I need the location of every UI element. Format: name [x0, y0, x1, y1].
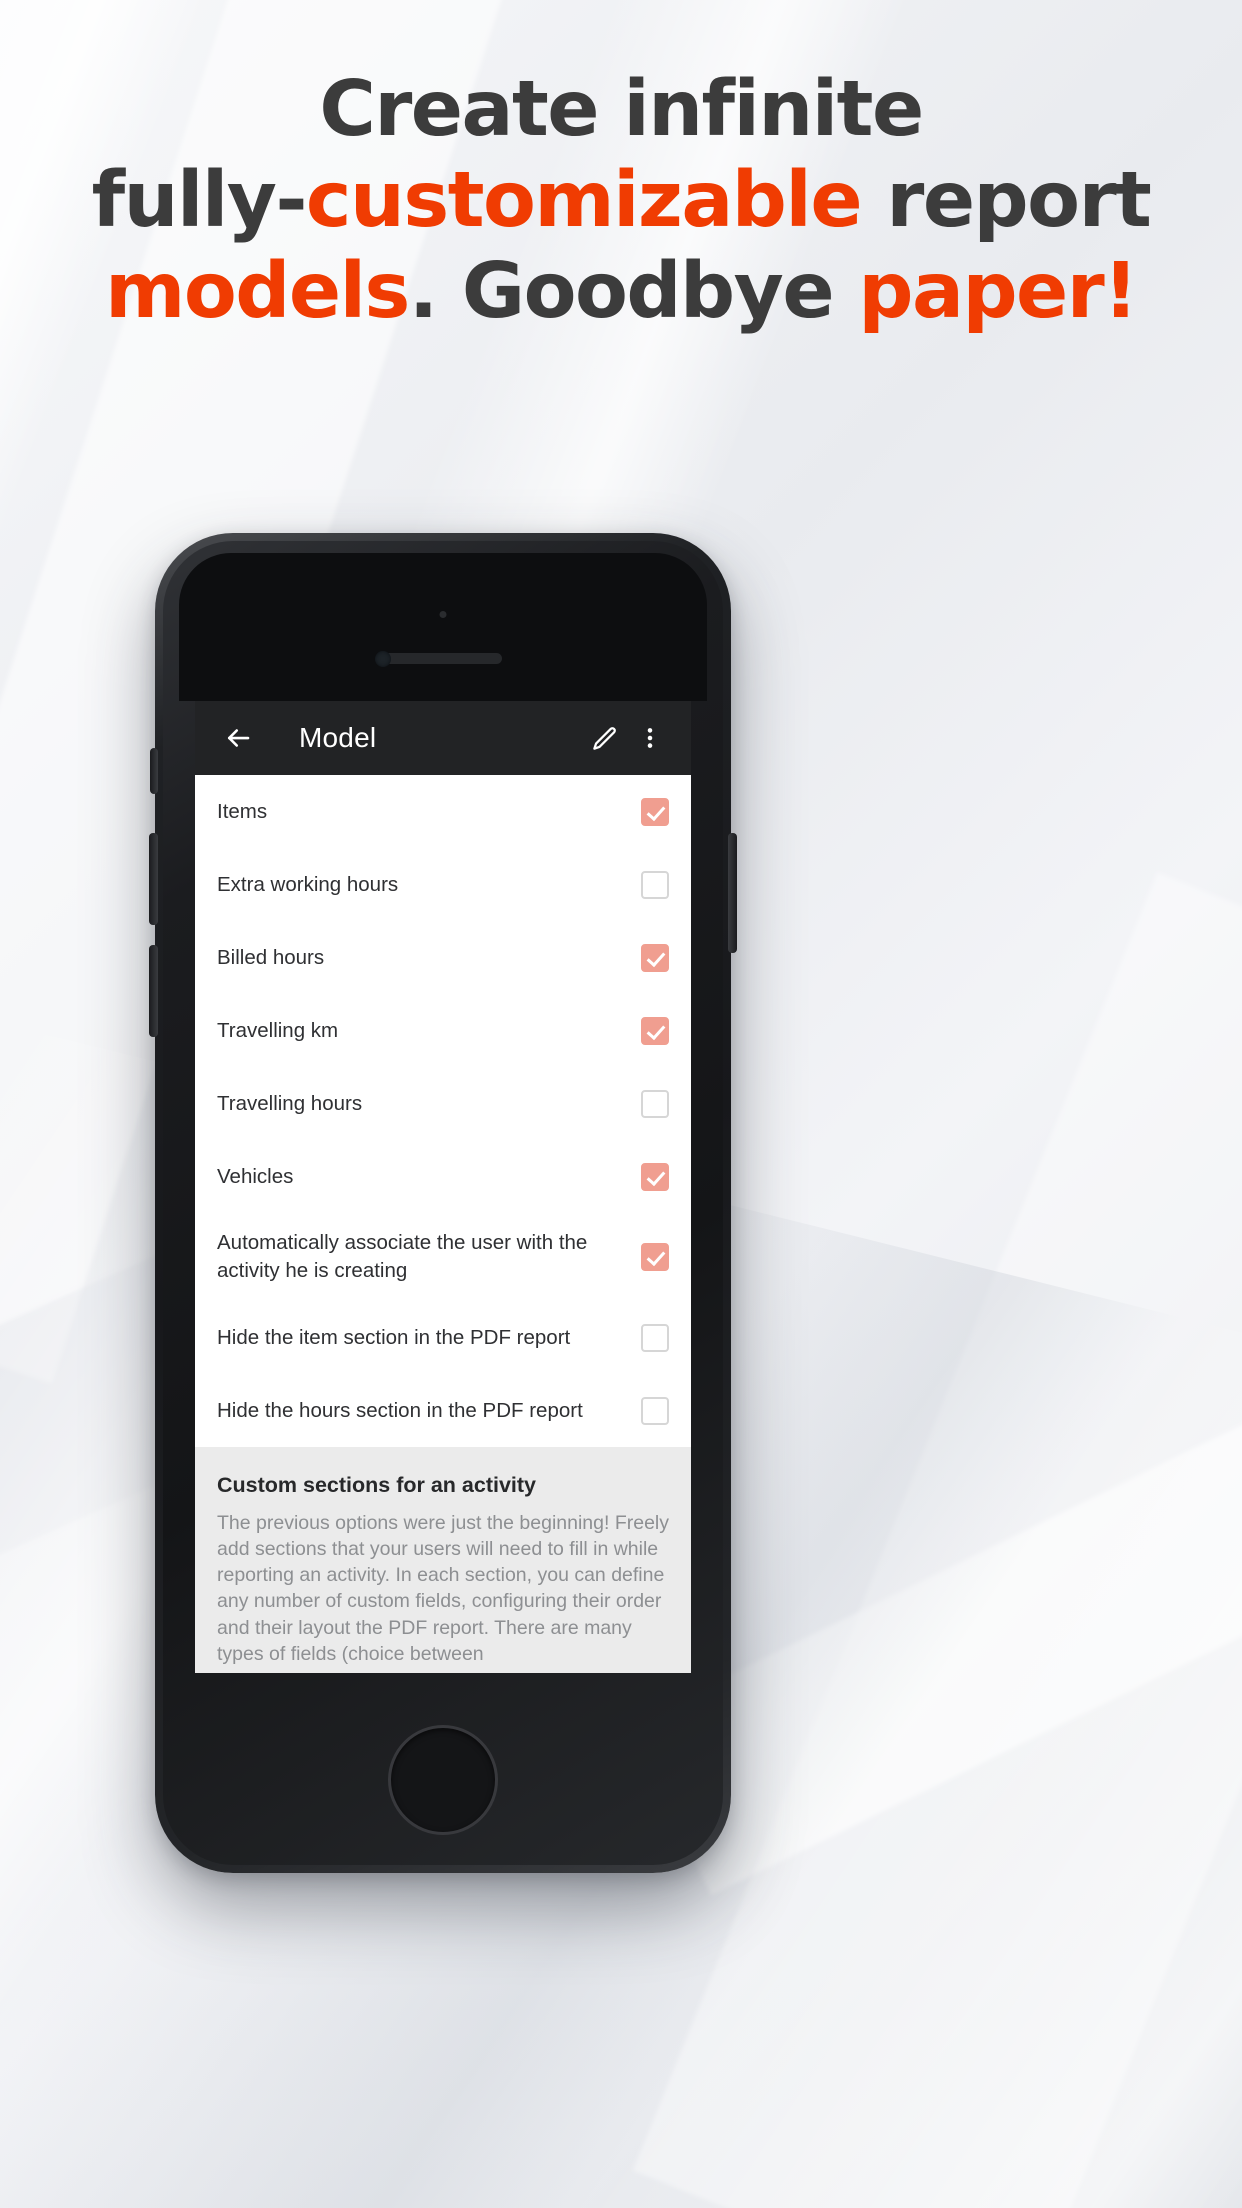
front-camera-icon	[375, 651, 391, 667]
list-item-label: Vehicles	[217, 1164, 294, 1188]
phone-mute-switch	[150, 748, 158, 794]
list-item-label: Automatically associate the user with th…	[217, 1231, 588, 1282]
proximity-sensor-icon	[439, 611, 447, 618]
list-item[interactable]: Items	[195, 775, 691, 848]
list-item-label: Items	[217, 799, 268, 823]
list-item-label: Hide the item section in the PDF report	[217, 1325, 571, 1349]
list-item[interactable]: Vehicles	[195, 1140, 691, 1213]
list-item-label: Extra working hours	[217, 872, 399, 896]
custom-sections-title: Custom sections for an activity	[217, 1473, 536, 1497]
headline-line-3-part-2: . Goodbye	[408, 247, 859, 337]
headline-line-1: Create infinite	[319, 65, 924, 154]
list-item[interactable]: Travelling hours	[195, 1067, 691, 1140]
checkbox-checked-icon[interactable]	[641, 1016, 669, 1045]
headline-line-2-part-1: fully-	[91, 156, 308, 246]
earpiece-speaker	[384, 653, 502, 664]
checkbox-unchecked-icon[interactable]	[641, 1396, 669, 1425]
phone-volume-up-button	[149, 833, 158, 925]
checkbox-checked-icon[interactable]	[641, 1162, 669, 1191]
app-bar: Model	[195, 701, 691, 775]
phone-top-bezel	[179, 553, 707, 701]
pencil-icon[interactable]	[581, 715, 627, 761]
page-title: Model	[299, 722, 377, 753]
options-list: Items Extra working hours Billed hours T…	[195, 775, 691, 1447]
checkbox-checked-icon[interactable]	[641, 943, 669, 972]
list-item[interactable]: Hide the item section in the PDF report	[195, 1301, 691, 1374]
arrow-left-icon[interactable]	[215, 715, 261, 761]
list-item[interactable]: Travelling km	[195, 994, 691, 1067]
headline-line-3-accent-1: models	[105, 247, 410, 337]
list-item-label: Billed hours	[217, 945, 325, 969]
list-item[interactable]: Hide the hours section in the PDF report	[195, 1374, 691, 1447]
list-item[interactable]: Extra working hours	[195, 848, 691, 921]
list-item-label: Hide the hours section in the PDF report	[217, 1398, 583, 1422]
checkbox-unchecked-icon[interactable]	[641, 1089, 669, 1118]
checkbox-unchecked-icon[interactable]	[641, 1323, 669, 1352]
checkbox-checked-icon[interactable]	[641, 797, 669, 826]
headline-line-2-accent: customizable	[305, 156, 863, 246]
list-item[interactable]: Automatically associate the user with th…	[195, 1213, 691, 1301]
phone-mockup: Model Items Extra working hours Billed h…	[149, 533, 737, 1873]
phone-volume-down-button	[149, 945, 158, 1037]
custom-sections-description: The previous options were just the begin…	[217, 1512, 670, 1665]
list-item-label: Travelling hours	[217, 1091, 363, 1115]
phone-power-button	[728, 833, 737, 953]
custom-sections-block: Custom sections for an activity The prev…	[195, 1447, 691, 1673]
checkbox-checked-icon[interactable]	[641, 1243, 669, 1271]
list-item[interactable]: Billed hours	[195, 921, 691, 994]
headline-line-3-accent-2: paper!	[858, 247, 1138, 337]
headline-line-2-part-3: report	[861, 156, 1152, 246]
phone-home-button	[388, 1725, 498, 1835]
checkbox-unchecked-icon[interactable]	[641, 870, 669, 899]
headline-line-3: models. Goodbye paper!	[0, 250, 1242, 333]
phone-screen: Model Items Extra working hours Billed h…	[195, 701, 691, 1673]
list-item-label: Travelling km	[217, 1018, 339, 1042]
promo-headline: Create infinite fully-customizable repor…	[0, 65, 1242, 334]
headline-line-2: fully-customizable report	[0, 159, 1242, 242]
more-vertical-icon[interactable]	[627, 715, 673, 761]
